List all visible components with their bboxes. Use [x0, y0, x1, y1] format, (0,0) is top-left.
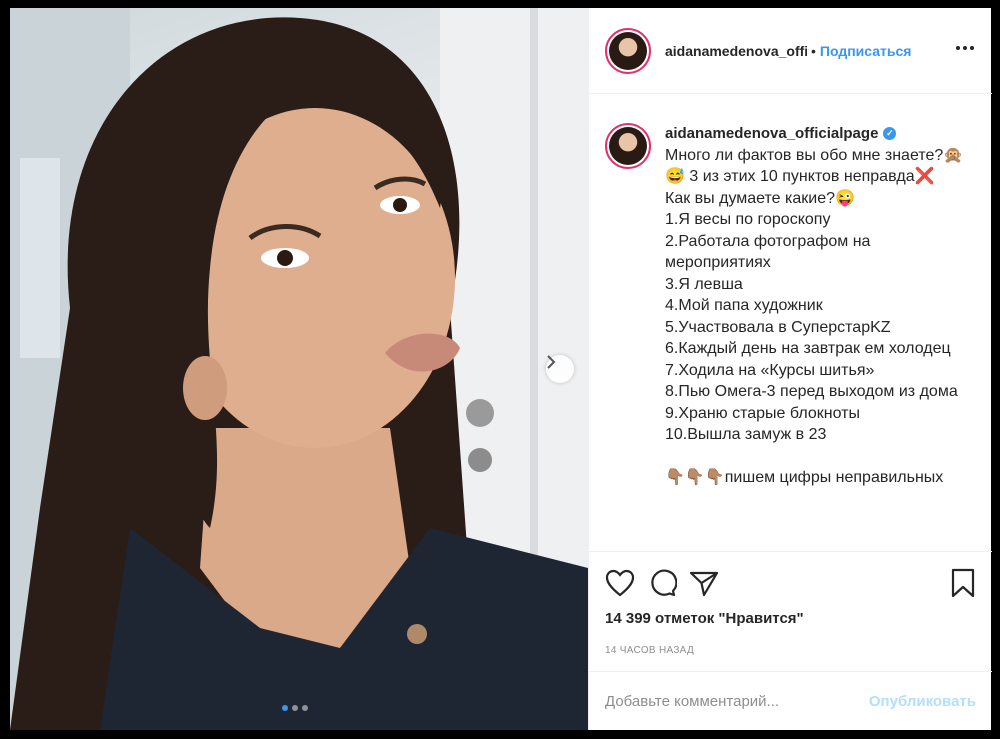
caption-item: 10.Вышла замуж в 23 [665, 426, 827, 443]
share-icon[interactable] [689, 569, 719, 597]
caption-owner[interactable]: aidanamedenova_officialpage ✓ [665, 123, 897, 145]
comment-bar: Опубликовать [589, 671, 992, 730]
post-sidebar: aidanamedenova_officialpage • Подписатьс… [588, 8, 992, 730]
caption-item: 3.Я левша [665, 275, 743, 293]
chevron-right-icon [547, 355, 556, 369]
post-actions: 14 399 отметок "Нравится" 14 ЧАСОВ НАЗАД [589, 551, 992, 656]
carousel-dot [302, 705, 308, 711]
caption-item: 7.Ходила на «Курсы шитья» [665, 361, 875, 379]
follow-button[interactable]: Подписаться [820, 43, 912, 59]
caption-section: aidanamedenova_officialpage ✓ Много ли ф… [589, 95, 992, 550]
more-icon[interactable] [956, 46, 974, 50]
caption-item: 8.Пью Омега-3 перед выходом из дома [665, 383, 958, 400]
caption-intro: Много ли фактов вы обо мне знаете?🙊😅 3 и… [665, 146, 964, 186]
carousel-next-button[interactable] [546, 355, 574, 383]
photo-illustration [10, 8, 588, 730]
post-header: aidanamedenova_officialpage • Подписатьс… [589, 8, 992, 94]
post-photo[interactable] [10, 8, 588, 730]
caption-item: 4.Мой папа художник [665, 297, 823, 314]
caption-item: 9.Храню старые блокноты [665, 404, 860, 422]
caption-avatar[interactable] [605, 123, 651, 169]
header-separator: • [811, 42, 816, 59]
caption-owner-name[interactable]: aidanamedenova_officialpage [665, 123, 878, 145]
post-window: aidanamedenova_officialpage • Подписатьс… [10, 8, 992, 730]
caption-body: aidanamedenova_officialpage ✓ Много ли ф… [665, 123, 965, 550]
bookmark-icon[interactable] [950, 568, 976, 598]
caption-item: 6.Каждый день на завтрак ем холодец [665, 340, 951, 357]
avatar[interactable] [605, 27, 651, 74]
caption-question: Как вы думаете какие?😜 [665, 189, 855, 207]
likes-count[interactable]: 14 399 отметок "Нравится" [605, 610, 976, 627]
carousel-indicator [282, 705, 308, 711]
action-icons [605, 568, 976, 598]
verified-icon: ✓ [883, 127, 897, 141]
caption-item: 1.Я весы по гороскопу [665, 211, 831, 228]
comment-input[interactable] [605, 692, 869, 710]
publish-button[interactable]: Опубликовать [869, 693, 976, 710]
carousel-dot [292, 705, 298, 711]
heart-icon[interactable] [605, 569, 635, 597]
caption-item: 2.Работала фотографом на мероприятиях [665, 232, 871, 272]
header-username[interactable]: aidanamedenova_officialpage [665, 43, 807, 59]
caption-trailing: 👇🏽👇🏽👇🏽пишем цифры неправильных [665, 468, 944, 486]
carousel-dot [282, 705, 288, 711]
comment-icon[interactable] [647, 569, 677, 597]
caption-item: 5.Участвовала в СуперстарKZ [665, 318, 891, 336]
post-timestamp[interactable]: 14 ЧАСОВ НАЗАД [605, 645, 976, 656]
